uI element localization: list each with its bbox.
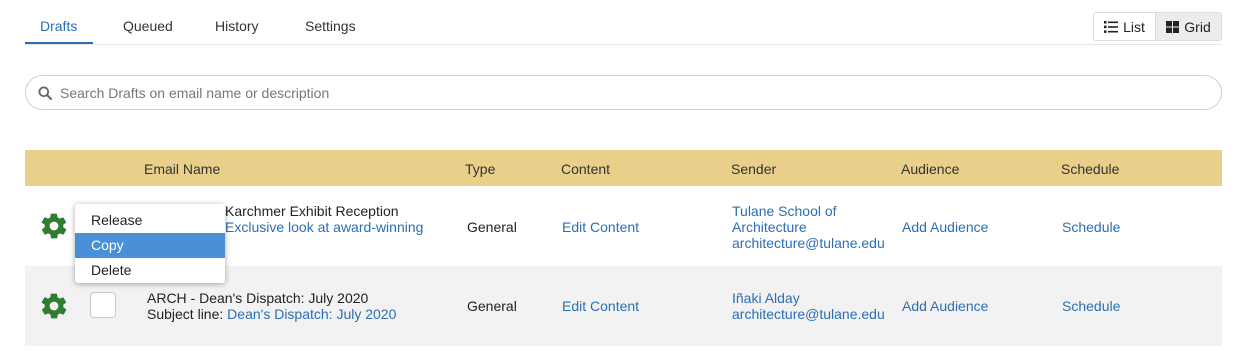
search-input[interactable] xyxy=(60,84,1160,101)
sender-name-line1: Tulane School of xyxy=(732,203,837,219)
add-audience-link[interactable]: Add Audience xyxy=(902,298,988,314)
header-sender[interactable]: Sender xyxy=(731,161,776,177)
tab-history[interactable]: History xyxy=(215,18,259,34)
tab-drafts[interactable]: Drafts xyxy=(40,18,77,34)
tab-bar: Drafts Queued History Settings xyxy=(25,0,1222,45)
schedule-link[interactable]: Schedule xyxy=(1062,219,1120,235)
table-header: Email Name Type Content Sender Audience … xyxy=(25,150,1222,186)
email-type: General xyxy=(467,219,517,235)
grid-icon xyxy=(1166,20,1180,33)
list-view-label: List xyxy=(1123,18,1145,35)
header-type[interactable]: Type xyxy=(465,161,495,177)
add-audience-link[interactable]: Add Audience xyxy=(902,219,988,235)
sender-name-line2: Architecture xyxy=(732,219,807,235)
menu-item-copy[interactable]: Copy xyxy=(75,233,225,258)
menu-item-release[interactable]: Release xyxy=(75,208,225,233)
header-content[interactable]: Content xyxy=(561,161,610,177)
tab-queued[interactable]: Queued xyxy=(123,18,173,34)
grid-view-label: Grid xyxy=(1184,18,1211,35)
menu-item-delete[interactable]: Delete xyxy=(75,258,225,283)
tab-settings[interactable]: Settings xyxy=(305,18,356,34)
row-checkbox[interactable] xyxy=(90,292,116,318)
gear-icon[interactable] xyxy=(39,211,69,241)
edit-content-link[interactable]: Edit Content xyxy=(562,219,639,235)
schedule-link[interactable]: Schedule xyxy=(1062,298,1120,314)
subject-line: Subject line: Dean's Dispatch: July 2020 xyxy=(147,306,396,322)
search-bar xyxy=(25,75,1222,110)
sender-name-link[interactable]: Tulane School of Architecture architectu… xyxy=(732,203,885,251)
grid-view-button[interactable]: Grid xyxy=(1156,13,1221,40)
header-schedule[interactable]: Schedule xyxy=(1061,161,1119,177)
sender-email: architecture@tulane.edu xyxy=(732,306,885,322)
list-icon xyxy=(1104,20,1119,33)
subject-line-link[interactable]: Exclusive look at award-winning xyxy=(225,219,423,235)
sender-email: architecture@tulane.edu xyxy=(732,235,885,251)
email-name: Karchmer Exhibit Reception xyxy=(225,203,399,219)
active-tab-indicator xyxy=(25,42,93,44)
email-type: General xyxy=(467,298,517,314)
header-email-name[interactable]: Email Name xyxy=(144,161,220,177)
edit-content-link[interactable]: Edit Content xyxy=(562,298,639,314)
search-icon xyxy=(38,86,52,100)
row-actions-menu: Release Copy Delete xyxy=(75,204,225,283)
subject-line-label: Subject line: xyxy=(147,306,224,322)
view-toggle: List Grid xyxy=(1093,12,1222,41)
subject-line-link[interactable]: Dean's Dispatch: July 2020 xyxy=(227,306,396,322)
gear-icon[interactable] xyxy=(39,291,69,321)
list-view-button[interactable]: List xyxy=(1094,13,1157,40)
header-audience[interactable]: Audience xyxy=(901,161,959,177)
email-name: ARCH - Dean's Dispatch: July 2020 xyxy=(147,290,369,306)
sender-name: Iñaki Alday xyxy=(732,290,800,306)
sender-name-link[interactable]: Iñaki Alday architecture@tulane.edu xyxy=(732,290,885,322)
